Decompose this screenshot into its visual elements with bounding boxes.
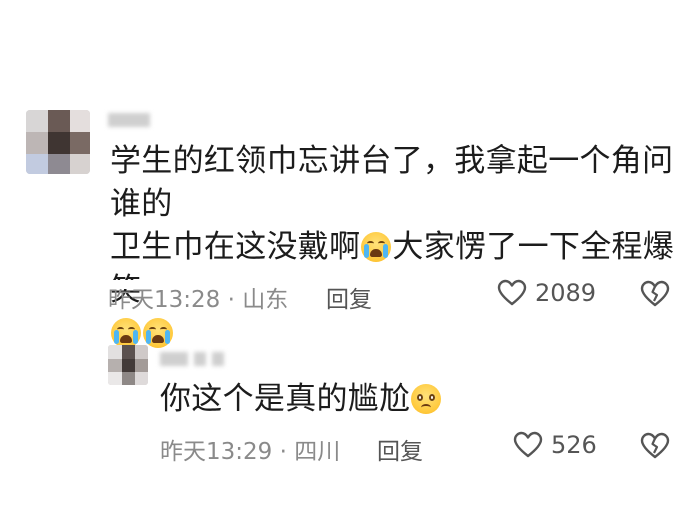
- heart-icon: [513, 431, 543, 459]
- reply-commenter-name-blurred[interactable]: [160, 352, 224, 366]
- meta-separator: ·: [279, 439, 287, 465]
- pleading-face-icon: [411, 384, 442, 414]
- reply-like-count: 526: [551, 431, 597, 459]
- commenter-avatar[interactable]: [26, 110, 90, 174]
- reply-meta: 昨天13:29 · 四川: [160, 432, 340, 466]
- like-count: 2089: [535, 279, 597, 307]
- loudly-crying-face-icon: [143, 318, 173, 348]
- commenter-name-blurred[interactable]: [108, 113, 150, 127]
- loudly-crying-face-icon: [111, 318, 141, 348]
- reply-text: 你这个是真的尴尬: [160, 381, 411, 417]
- reply-dislike-broken-heart-icon[interactable]: [640, 432, 670, 460]
- reply-commenter-avatar[interactable]: [108, 345, 148, 385]
- like-button[interactable]: 2089: [497, 279, 596, 307]
- reply-time: 昨天13:29: [160, 439, 273, 465]
- cropped-overlay: [100, 280, 180, 289]
- comment-body: 学生的红领巾忘讲台了，我拿起一个角问谁的 卫生巾在这没戴啊 大家愣了一下全程爆笑: [110, 140, 680, 355]
- dislike-broken-heart-icon[interactable]: [640, 280, 670, 308]
- reply-to-reply-button[interactable]: 回复: [377, 432, 423, 466]
- comment-time: 昨天13:28: [108, 287, 221, 313]
- reply-button[interactable]: 回复: [326, 280, 372, 314]
- reply-body: 你这个是真的尴尬: [160, 378, 560, 421]
- heart-icon: [497, 279, 527, 307]
- loudly-crying-face-icon: [361, 232, 392, 262]
- meta-separator: ·: [227, 287, 235, 313]
- reply-like-button[interactable]: 526: [513, 431, 597, 459]
- comment-location: 山东: [242, 287, 289, 313]
- reply-location: 四川: [294, 439, 341, 465]
- comment-line-3: [110, 312, 680, 355]
- comment-line-1: 学生的红领巾忘讲台了，我拿起一个角问谁的: [110, 143, 674, 222]
